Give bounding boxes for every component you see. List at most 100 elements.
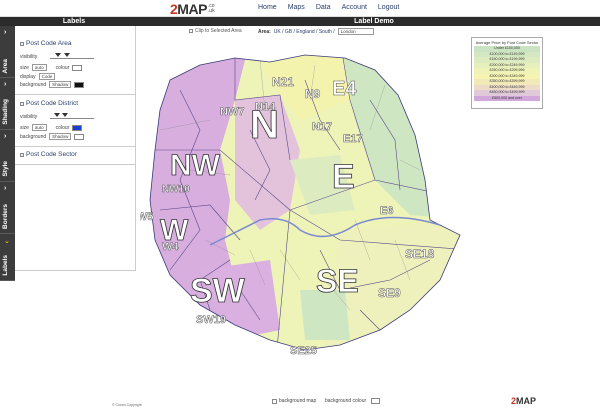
post-code-district-section: Post Code District <box>20 100 132 107</box>
checkbox[interactable] <box>272 398 277 404</box>
tab-area[interactable]: › Area <box>0 26 15 78</box>
labels-settings-panel: Post Code Area visibility size auto colo… <box>15 26 136 271</box>
nav-logout[interactable]: Logout <box>378 4 399 11</box>
map-label-district: N14 <box>255 101 276 113</box>
district-size-row: size auto colour <box>20 124 83 131</box>
chevron-right-icon: › <box>4 185 7 192</box>
map-label-area: E <box>332 158 355 196</box>
background-map-label: background map <box>279 398 317 404</box>
map-label-area: NW <box>170 149 221 182</box>
post-code-area-toggle[interactable]: Post Code Area <box>20 40 132 47</box>
background-colour-control: background colour <box>325 398 381 404</box>
area-display-row: display Code <box>20 73 56 80</box>
background-colour-swatch[interactable] <box>371 398 381 404</box>
district-visibility-row: visibility <box>20 114 37 120</box>
map-label-district: SE25 <box>290 345 317 357</box>
app-window: 2MAP .co .uk Home Maps Data Account Logo… <box>0 0 600 411</box>
section-title: Post Code District <box>26 100 79 107</box>
background-colour-label: background colour <box>325 398 367 404</box>
district-colour-swatch[interactable] <box>72 124 83 131</box>
district-background-swatch[interactable] <box>74 133 85 140</box>
logo-word: MAP <box>516 396 537 406</box>
checkbox[interactable] <box>20 101 24 106</box>
nav-data[interactable]: Data <box>316 4 331 11</box>
area-visibility-slider[interactable] <box>50 53 94 59</box>
map-label-district: E4 <box>332 78 357 100</box>
divider <box>15 146 136 147</box>
map-label-district: SE18 <box>405 247 435 261</box>
map-label-district: NW10 <box>162 184 190 195</box>
vertical-tab-bar: › Area › Shading › Style › Borders ⌄ Lab… <box>0 26 15 281</box>
area-visibility-row: visibility <box>20 54 37 60</box>
section-title: Post Code Area <box>26 40 72 47</box>
nav-account[interactable]: Account <box>342 4 367 11</box>
checkbox[interactable] <box>20 152 24 157</box>
chevron-right-icon: › <box>4 133 7 140</box>
area-colour-swatch[interactable] <box>72 64 83 71</box>
background-select[interactable]: Shadow <box>49 81 72 88</box>
map-panel-header: Label Demo <box>148 17 600 26</box>
tab-style-label: Style <box>2 161 9 177</box>
legend-row: £500,000 and over <box>474 95 540 101</box>
copyright-text: © Crown Copyright <box>112 403 142 407</box>
legend-rows: Under £100,000 £100,000 to £149,999 £150… <box>472 46 542 101</box>
size-select[interactable]: auto <box>31 124 47 131</box>
map-label-district: NW7 <box>220 106 244 118</box>
background-select[interactable]: Shadow <box>49 133 72 140</box>
area-select[interactable]: London <box>337 28 374 35</box>
map-label-district: N21 <box>272 75 294 89</box>
background-label: background <box>20 133 47 140</box>
background-label: background <box>20 81 47 88</box>
map-label-district: W5 <box>140 211 154 223</box>
nav-maps[interactable]: Maps <box>288 4 305 11</box>
section-title: Post Code Sector <box>26 151 77 158</box>
tab-borders[interactable]: › Borders <box>0 182 15 234</box>
size-select[interactable]: auto <box>31 64 47 71</box>
logo-word: MAP <box>177 0 207 17</box>
display-label: display <box>20 73 36 80</box>
map-label-area: SE <box>316 263 359 299</box>
legend-title: Average Price by Post Code Sector <box>475 40 539 45</box>
map-label-district: E17 <box>343 133 363 145</box>
map-label-district: SW19 <box>196 314 226 326</box>
colour-label: colour <box>55 64 70 71</box>
post-code-sector-section: Post Code Sector <box>20 151 132 158</box>
chevron-right-icon: › <box>4 81 7 88</box>
slider-knob[interactable] <box>62 113 68 117</box>
logo-tld: .co .uk <box>208 3 215 14</box>
tab-shading-label: Shading <box>2 99 9 125</box>
tab-shading[interactable]: › Shading <box>0 78 15 130</box>
district-visibility-slider[interactable] <box>50 113 94 119</box>
slider-knob[interactable] <box>64 53 70 57</box>
tab-labels[interactable]: ⌄ Labels <box>0 234 15 281</box>
tab-style[interactable]: › Style <box>0 130 15 182</box>
clip-to-area-control[interactable]: Clip to Selected Area <box>189 28 242 34</box>
slider-knob[interactable] <box>54 113 60 117</box>
divider <box>15 94 136 95</box>
checkbox[interactable] <box>20 41 24 46</box>
chevron-right-icon: › <box>4 29 7 36</box>
display-select[interactable]: Code <box>38 73 56 80</box>
price-legend: Average Price by Post Code Sector Under … <box>471 37 543 109</box>
area-background-swatch[interactable] <box>74 81 85 88</box>
area-size-row: size auto colour <box>20 64 83 71</box>
checkbox[interactable] <box>189 29 193 33</box>
tab-area-label: Area <box>2 58 9 73</box>
visibility-label: visibility <box>20 114 38 120</box>
top-bar: 2MAP .co .uk Home Maps Data Account Logo… <box>0 0 600 17</box>
brand-logo[interactable]: 2MAP .co .uk <box>170 1 215 17</box>
london-postcode-map[interactable]: N NW W SW SE E N21 N9 E4 N14 NW7 N17 E17… <box>140 40 470 370</box>
area-key-label: Area: <box>258 28 271 35</box>
chevron-down-icon: ⌄ <box>4 238 10 245</box>
logo-wordmark: 2MAP <box>170 1 207 17</box>
main-nav: Home Maps Data Account Logout <box>258 4 399 11</box>
slider-knob[interactable] <box>55 53 61 57</box>
map-label-district: N9 <box>305 87 321 101</box>
background-map-toggle[interactable]: background map <box>272 398 316 404</box>
nav-home[interactable]: Home <box>258 4 277 11</box>
tab-labels-label: Labels <box>2 255 9 276</box>
post-code-area-section: Post Code Area <box>20 40 132 47</box>
post-code-sector-toggle[interactable]: Post Code Sector <box>20 151 132 158</box>
area-breadcrumb[interactable]: UK / GB / England / South / <box>274 29 335 35</box>
post-code-district-toggle[interactable]: Post Code District <box>20 100 132 107</box>
